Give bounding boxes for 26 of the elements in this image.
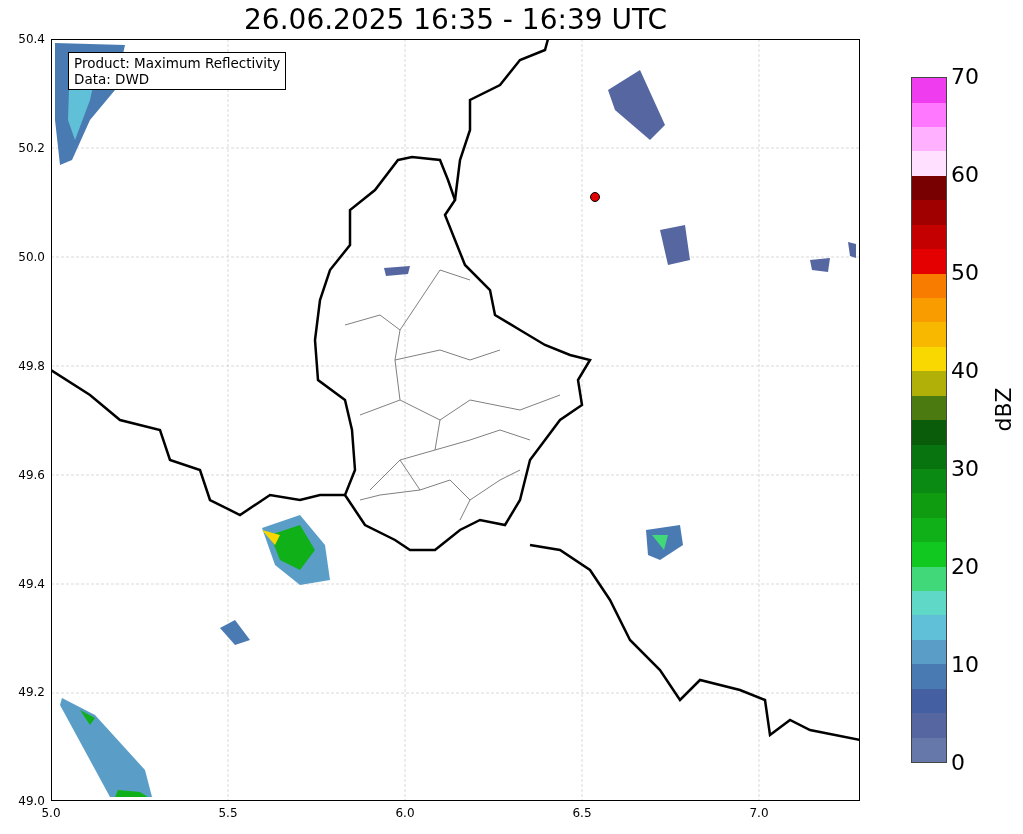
location-marker [590,192,600,202]
scale-tick-label: 10 [951,653,979,677]
latitude-tick-label: 49.0 [18,794,45,809]
latitude-tick-label: 50.0 [18,249,45,264]
latitude-tick-label: 49.4 [18,576,45,591]
longitude-tick-label: 5.0 [41,806,61,820]
scale-tick-label: 20 [951,555,979,579]
scale-tick-label: 40 [951,359,979,383]
chart-title: 26.06.2025 16:35 - 16:39 UTC [243,2,668,36]
latitude-tick-label: 49.8 [18,358,45,373]
scale-unit-label: dBZ [990,387,1016,432]
scale-tick-label: 0 [951,751,965,775]
scale-tick-label: 50 [951,261,979,285]
latitude-tick-label: 50.2 [18,140,45,155]
scale-tick-label: 30 [951,457,979,481]
longitude-tick-label: 6.0 [395,806,415,820]
longitude-tick-label: 5.5 [218,806,238,820]
longitude-tick-label: 6.5 [572,806,592,820]
scale-tick-label: 60 [951,163,979,187]
info-text: Data: DWD [74,71,151,87]
latitude-tick-label: 49.6 [18,467,45,482]
scale-tick-label: 70 [951,65,979,89]
longitude-tick-label: 7.0 [749,806,769,820]
info-text: Product: Maximum Reflectivity [74,55,281,71]
latitude-tick-label: 50.4 [18,32,45,46]
latitude-tick-label: 49.2 [18,685,45,700]
